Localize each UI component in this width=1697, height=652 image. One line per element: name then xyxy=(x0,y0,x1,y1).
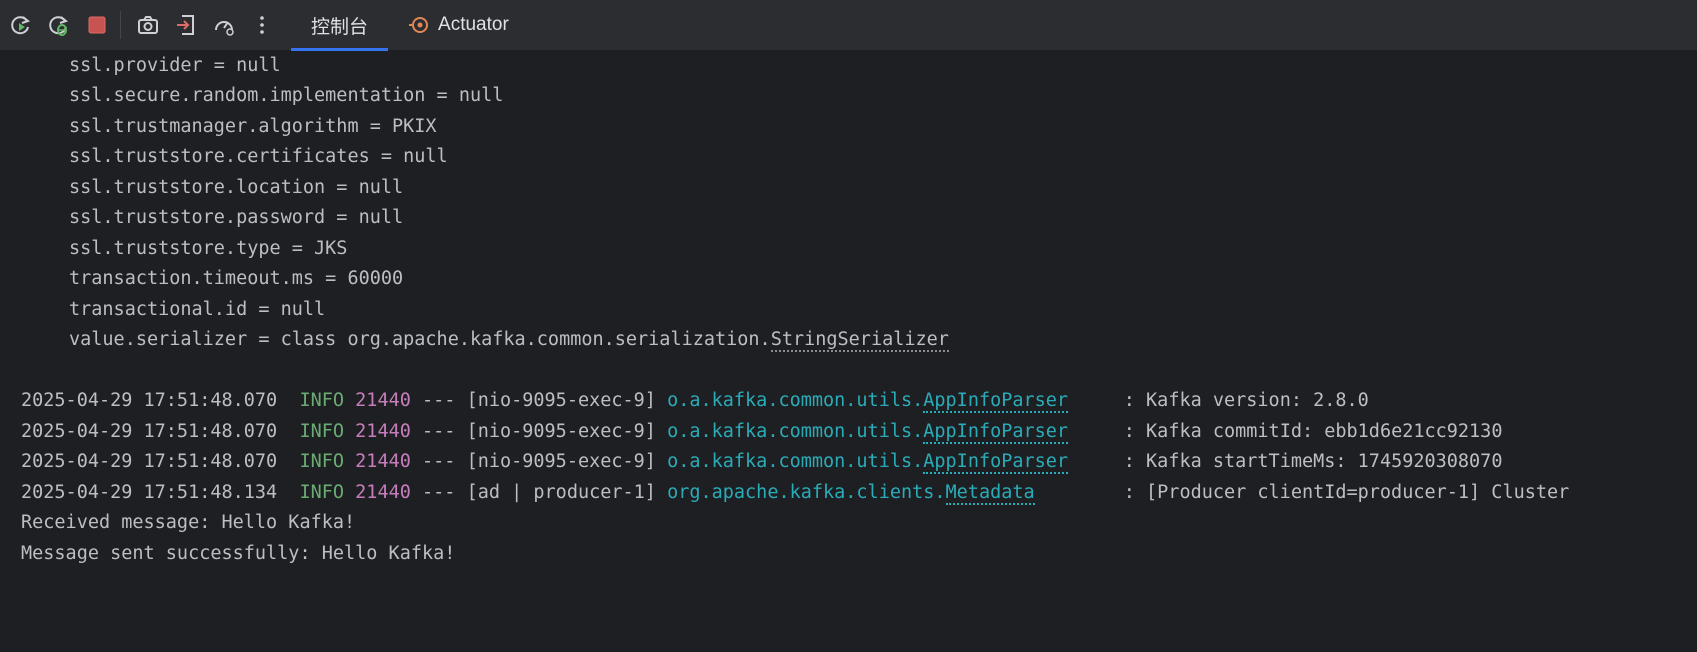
config-line: ssl.truststore.type = JKS xyxy=(69,238,348,259)
screenshot-icon[interactable] xyxy=(131,8,165,42)
log-pid: 21440 xyxy=(355,390,411,411)
toolbar-divider xyxy=(120,11,121,39)
log-timestamp: 2025-04-29 17:51:48.070 xyxy=(21,390,278,411)
log-line: 2025-04-29 17:51:48.070 INFO 21440 --- [… xyxy=(21,445,1502,478)
log-logger-class-link[interactable]: AppInfoParser xyxy=(923,421,1069,444)
tab-actuator[interactable]: Actuator xyxy=(388,0,529,51)
log-level: INFO xyxy=(299,451,345,472)
console-toolbar: 控制台 Actuator xyxy=(0,0,1697,51)
log-logger-package: o.a.kafka.common.utils. xyxy=(667,390,924,411)
output-line: Received message: Hello Kafka! xyxy=(21,512,356,533)
log-level: INFO xyxy=(299,390,345,411)
config-line: transaction.timeout.ms = 60000 xyxy=(69,268,404,289)
rerun-debug-icon[interactable] xyxy=(42,8,76,42)
log-timestamp: 2025-04-29 17:51:48.070 xyxy=(21,451,278,472)
more-icon[interactable] xyxy=(245,8,279,42)
exit-icon[interactable] xyxy=(169,8,203,42)
log-pid: 21440 xyxy=(355,482,411,503)
serializer-line: value.serializer = class org.apache.kafk… xyxy=(69,323,949,356)
tab-console[interactable]: 控制台 xyxy=(291,0,389,51)
log-timestamp: 2025-04-29 17:51:48.070 xyxy=(21,421,278,442)
log-logger-class-link[interactable]: AppInfoParser xyxy=(923,451,1069,474)
log-level: INFO xyxy=(299,482,345,503)
output-line: Message sent successfully: Hello Kafka! xyxy=(21,543,456,564)
log-thread: [nio-9095-exec-9] xyxy=(466,451,656,472)
log-line: 2025-04-29 17:51:48.134 INFO 21440 --- [… xyxy=(21,476,1569,509)
log-logger-class-link[interactable]: Metadata xyxy=(945,482,1035,505)
log-thread: [nio-9095-exec-9] xyxy=(466,390,656,411)
rerun-icon[interactable] xyxy=(4,8,38,42)
log-pid: 21440 xyxy=(355,451,411,472)
serializer-prefix: value.serializer = class org.apache.kafk… xyxy=(69,329,771,350)
log-message: : Kafka startTimeMs: 1745920308070 xyxy=(1123,451,1503,472)
log-separator: --- xyxy=(422,482,456,503)
log-separator: --- xyxy=(422,390,456,411)
config-line: transactional.id = null xyxy=(69,299,326,320)
console-output[interactable]: ssl.provider = null ssl.secure.random.im… xyxy=(0,51,1697,652)
config-line: ssl.truststore.location = null xyxy=(69,177,404,198)
gauge-icon[interactable] xyxy=(207,8,241,42)
log-line: 2025-04-29 17:51:48.070 INFO 21440 --- [… xyxy=(21,415,1502,448)
serializer-class-link[interactable]: StringSerializer xyxy=(770,329,949,352)
log-separator: --- xyxy=(422,421,456,442)
log-timestamp: 2025-04-29 17:51:48.134 xyxy=(21,482,278,503)
config-line: ssl.truststore.certificates = null xyxy=(69,146,448,167)
log-pid: 21440 xyxy=(355,421,411,442)
config-line: ssl.trustmanager.algorithm = PKIX xyxy=(69,116,437,137)
log-message: : Kafka version: 2.8.0 xyxy=(1123,390,1369,411)
log-thread: [nio-9095-exec-9] xyxy=(466,421,656,442)
config-line: ssl.provider = null xyxy=(69,55,281,76)
log-line: 2025-04-29 17:51:48.070 INFO 21440 --- [… xyxy=(21,384,1369,417)
log-message: : Kafka commitId: ebb1d6e21cc92130 xyxy=(1123,421,1503,442)
log-logger-package: o.a.kafka.common.utils. xyxy=(667,451,924,472)
config-line: ssl.secure.random.implementation = null xyxy=(69,85,504,106)
stop-icon[interactable] xyxy=(80,8,114,42)
config-line: ssl.truststore.password = null xyxy=(69,207,404,228)
actuator-icon xyxy=(408,14,430,36)
log-logger-class-link[interactable]: AppInfoParser xyxy=(923,390,1069,413)
log-level: INFO xyxy=(299,421,345,442)
log-logger-package: org.apache.kafka.clients. xyxy=(667,482,946,503)
log-logger-package: o.a.kafka.common.utils. xyxy=(667,421,924,442)
tab-console-label: 控制台 xyxy=(311,16,369,38)
log-separator: --- xyxy=(422,451,456,472)
log-thread: [ad | producer-1] xyxy=(466,482,656,503)
log-message: : [Producer clientId=producer-1] Cluster xyxy=(1123,482,1570,503)
tab-actuator-label: Actuator xyxy=(438,14,509,35)
